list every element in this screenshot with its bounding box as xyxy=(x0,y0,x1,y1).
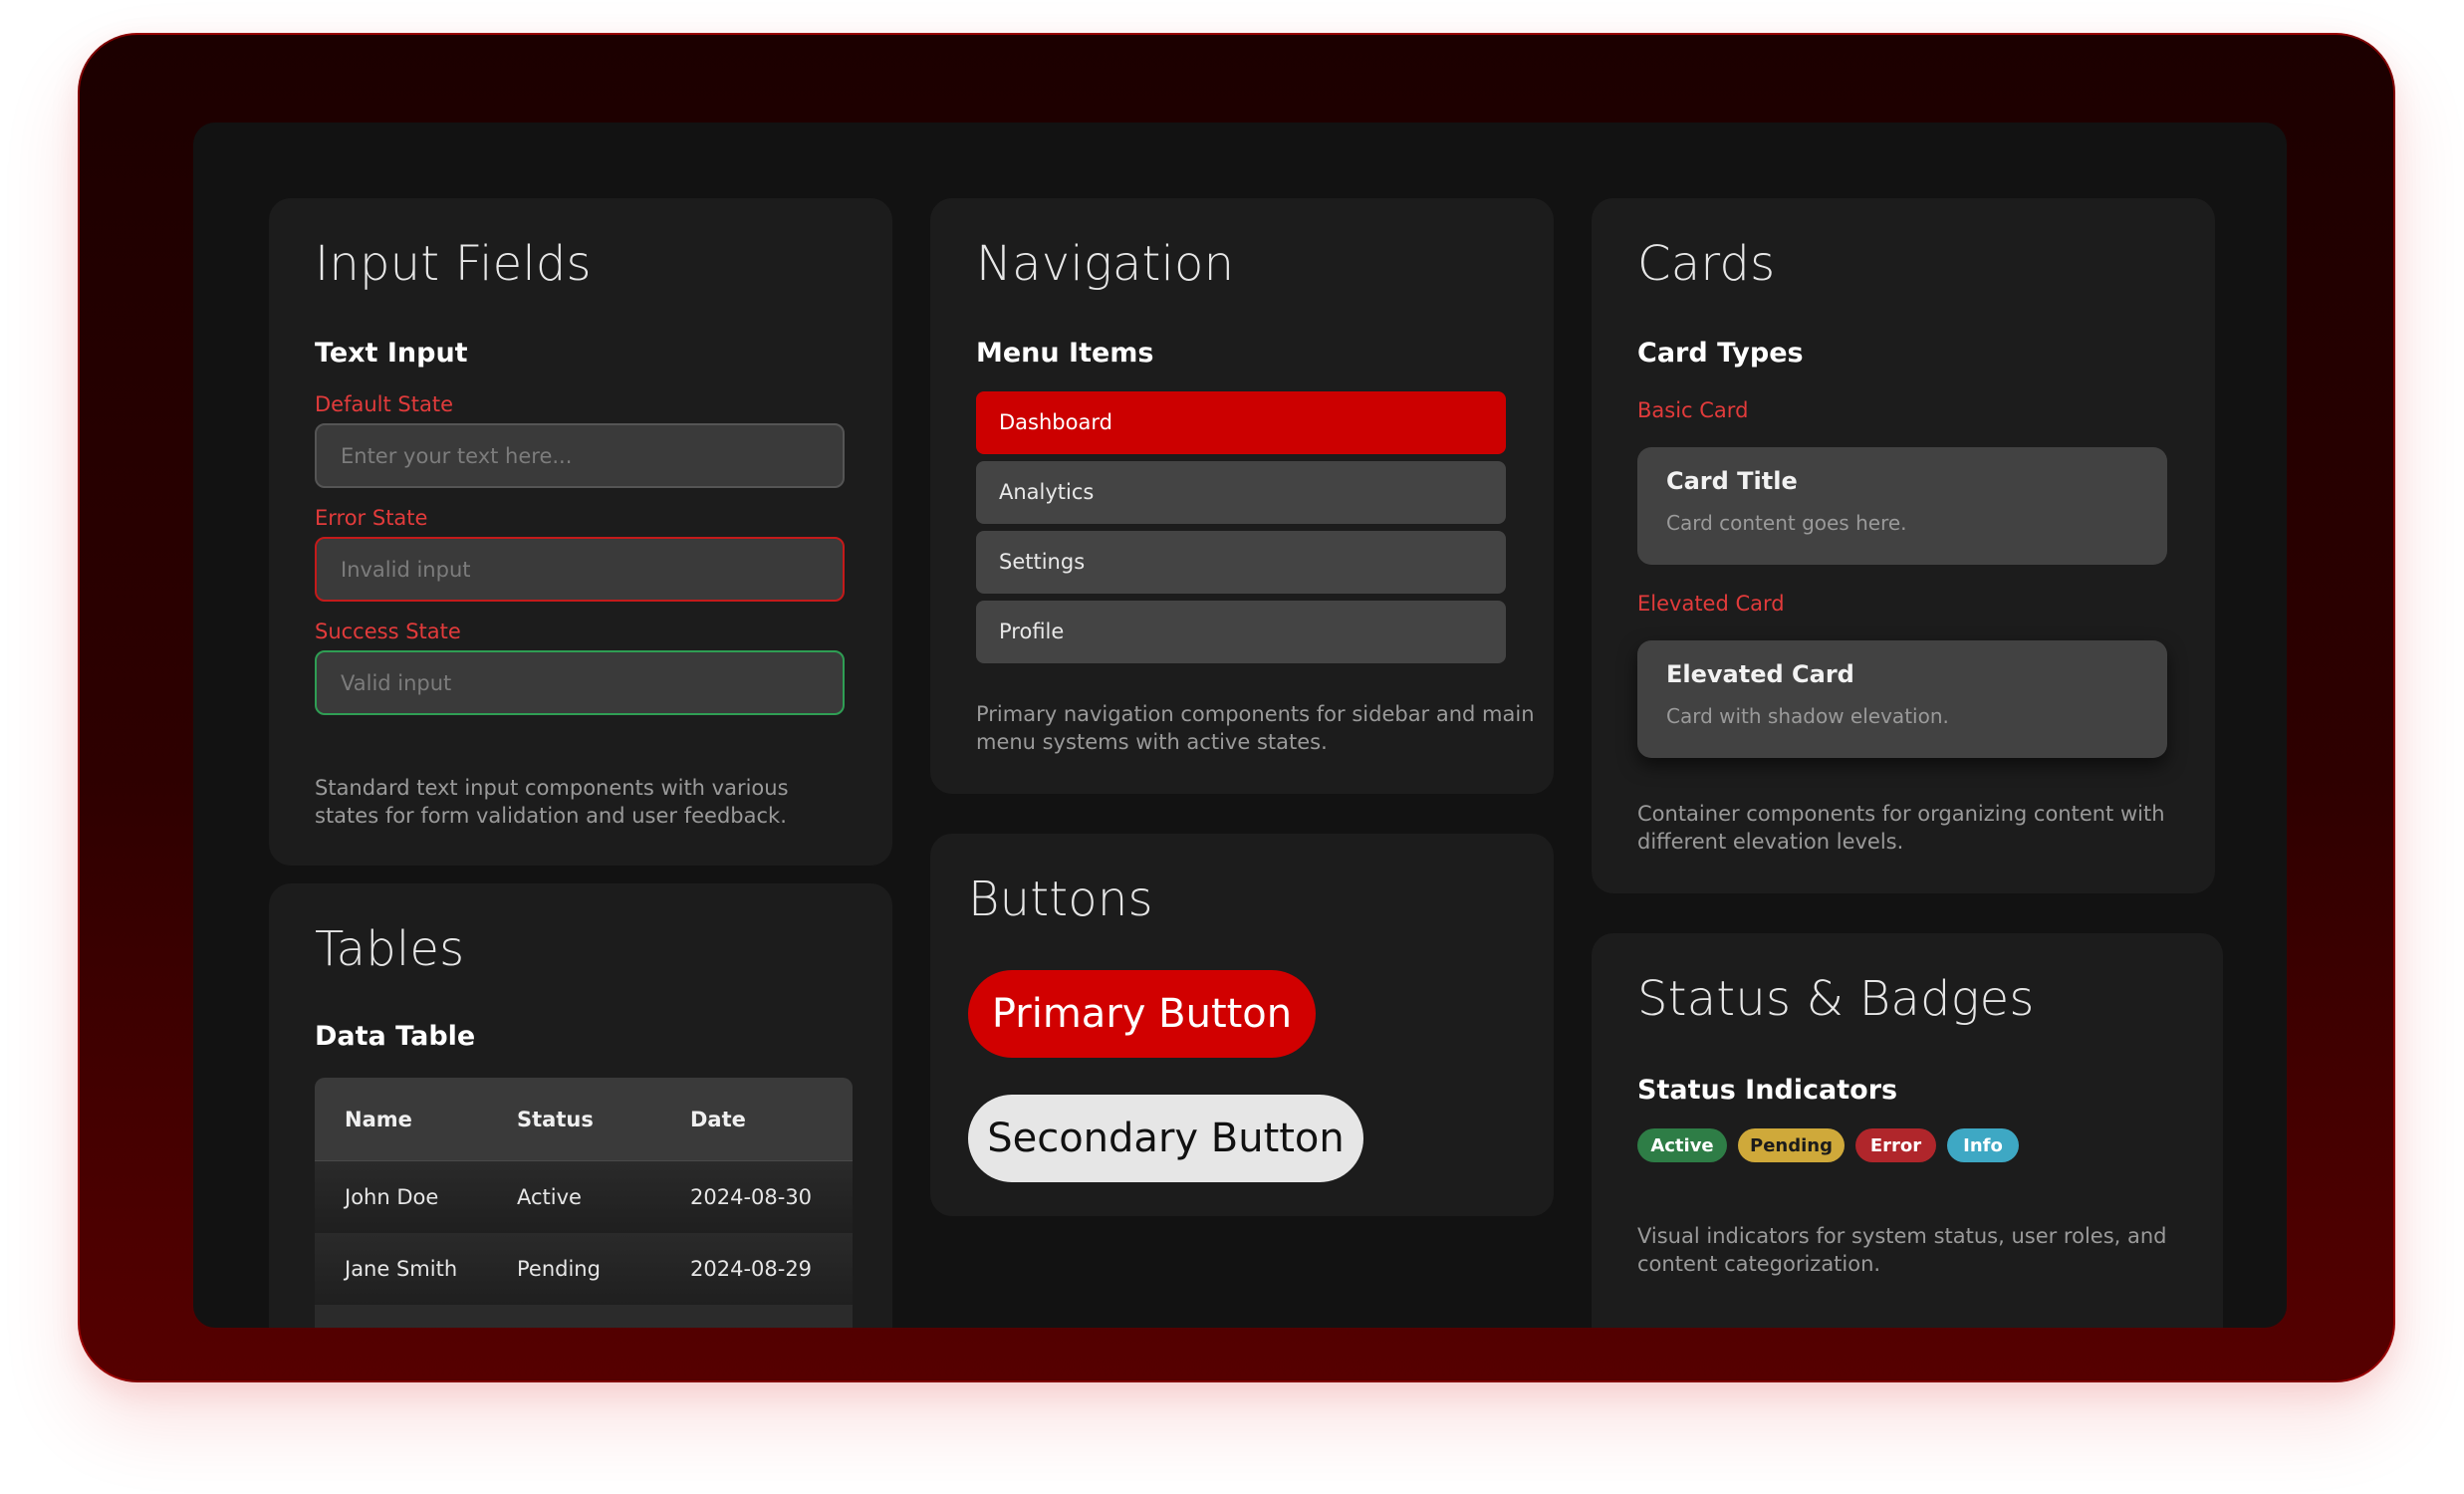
panel-title: Buttons xyxy=(968,872,1153,927)
card-title: Card Title xyxy=(1666,467,1798,495)
section-subtitle: Text Input xyxy=(315,338,468,369)
table-cell: Jane Smith xyxy=(345,1257,458,1281)
app-screen: Input Fields Text Input Default State Er… xyxy=(193,123,2287,1328)
card-body: Card with shadow elevation. xyxy=(1666,704,1949,728)
basic-card: Card Title Card content goes here. xyxy=(1637,447,2167,565)
success-state-label: Success State xyxy=(315,620,461,643)
panel-description: Standard text input components with vari… xyxy=(315,776,789,828)
nav-item-analytics[interactable]: Analytics xyxy=(976,461,1506,524)
panel-title: Tables xyxy=(315,921,465,977)
secondary-button[interactable]: Secondary Button xyxy=(968,1095,1363,1182)
badge-error: Error xyxy=(1855,1128,1936,1162)
elevated-card: Elevated Card Card with shadow elevation… xyxy=(1637,640,2167,758)
panel-title: Cards xyxy=(1637,236,1776,292)
panel-description: Visual indicators for system status, use… xyxy=(1637,1224,2167,1276)
badge-pending: Pending xyxy=(1738,1128,1845,1162)
section-subtitle: Card Types xyxy=(1637,338,1804,369)
table-cell: Pending xyxy=(517,1257,601,1281)
panel-title: Status & Badges xyxy=(1637,971,2035,1027)
basic-card-label: Basic Card xyxy=(1637,398,1749,422)
column-header-date[interactable]: Date xyxy=(690,1078,746,1161)
buttons-panel: Buttons Primary Button Secondary Button xyxy=(930,834,1554,1216)
error-text-input[interactable] xyxy=(315,537,845,602)
table-cell: 2024-08-29 xyxy=(690,1257,813,1281)
panel-title: Navigation xyxy=(976,236,1235,292)
navigation-panel: Navigation Menu Items Dashboard Analytic… xyxy=(930,198,1554,794)
panel-description: Primary navigation components for sideba… xyxy=(976,702,1535,754)
column-header-status[interactable]: Status xyxy=(517,1078,594,1161)
table-row[interactable]: Jane Smith Pending 2024-08-29 xyxy=(315,1233,853,1305)
error-state-label: Error State xyxy=(315,506,428,530)
status-badges-panel: Status & Badges Status Indicators Active… xyxy=(1592,933,2223,1328)
section-subtitle: Data Table xyxy=(315,1021,476,1052)
badge-info: Info xyxy=(1947,1128,2019,1162)
table-cell: 2024-08-30 xyxy=(690,1185,813,1209)
primary-button[interactable]: Primary Button xyxy=(968,970,1316,1058)
card-body: Card content goes here. xyxy=(1666,511,1907,535)
tables-panel: Tables Data Table Name Status Date John … xyxy=(269,883,892,1328)
table-cell: Active xyxy=(517,1185,582,1209)
badge-active: Active xyxy=(1637,1128,1727,1162)
table-row[interactable]: John Doe Active 2024-08-30 xyxy=(315,1161,853,1233)
table-header: Name Status Date xyxy=(315,1078,853,1161)
default-state-label: Default State xyxy=(315,392,453,416)
input-fields-panel: Input Fields Text Input Default State Er… xyxy=(269,198,892,866)
panel-title: Input Fields xyxy=(315,236,592,292)
section-subtitle: Menu Items xyxy=(976,338,1154,369)
data-table: Name Status Date John Doe Active 2024-08… xyxy=(315,1078,853,1328)
table-cell: John Doe xyxy=(345,1185,439,1209)
default-text-input[interactable] xyxy=(315,423,845,488)
card-title: Elevated Card xyxy=(1666,660,1854,688)
device-frame: Input Fields Text Input Default State Er… xyxy=(78,33,2395,1382)
panel-description: Container components for organizing cont… xyxy=(1637,802,2165,854)
section-subtitle: Status Indicators xyxy=(1637,1075,1898,1106)
success-text-input[interactable] xyxy=(315,650,845,715)
cards-panel: Cards Card Types Basic Card Card Title C… xyxy=(1592,198,2215,893)
nav-item-settings[interactable]: Settings xyxy=(976,531,1506,594)
elevated-card-label: Elevated Card xyxy=(1637,592,1785,616)
column-header-name[interactable]: Name xyxy=(345,1078,412,1161)
nav-item-dashboard[interactable]: Dashboard xyxy=(976,391,1506,454)
nav-item-profile[interactable]: Profile xyxy=(976,601,1506,663)
